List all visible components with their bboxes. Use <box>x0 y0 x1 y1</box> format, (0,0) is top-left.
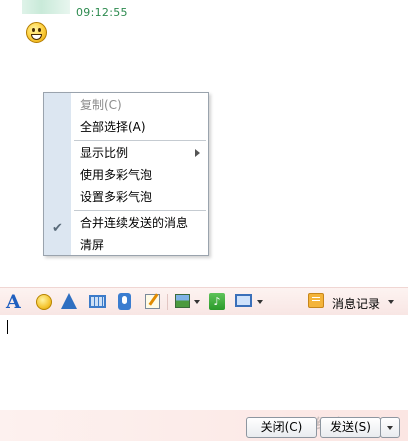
history-button-label[interactable]: 消息记录 <box>332 295 380 312</box>
grin-emoji-icon <box>26 22 47 43</box>
chevron-down-icon <box>387 426 393 430</box>
menu-separator <box>74 140 206 141</box>
text-caret <box>7 320 8 334</box>
voice-icon[interactable] <box>118 293 131 310</box>
image-icon[interactable] <box>175 294 190 308</box>
music-icon[interactable]: ♪ <box>209 293 225 310</box>
menu-item-copy[interactable]: 复制(C) <box>72 94 208 116</box>
menu-item-zoom-label: 显示比例 <box>80 146 129 160</box>
sender-name-blurred <box>22 0 70 14</box>
message-time: 09:12:55 <box>76 6 128 19</box>
menu-item-clear-screen[interactable]: 清屏 <box>72 234 208 256</box>
menu-item-zoom[interactable]: 显示比例 <box>72 142 208 164</box>
toolbar-divider <box>167 294 168 310</box>
footer-bar: Bai经验 关闭(C) 发送(S) <box>0 410 408 441</box>
checkmark-icon: ✔ <box>52 221 63 236</box>
history-dropdown-chevron-down-icon[interactable] <box>388 300 394 304</box>
context-menu: 复制(C) 全部选择(A) 显示比例 使用多彩气泡 设置多彩气泡 ✔ 合并连续发… <box>43 92 209 256</box>
menu-item-merge-messages[interactable]: 合并连续发送的消息 <box>72 212 208 234</box>
emoticon-icon[interactable] <box>36 294 52 310</box>
menu-item-select-all[interactable]: 全部选择(A) <box>72 116 208 138</box>
close-button[interactable]: 关闭(C) <box>246 417 317 438</box>
screenshot-icon[interactable] <box>235 294 252 307</box>
message-input[interactable] <box>0 315 408 410</box>
video-icon[interactable] <box>89 295 106 308</box>
screenshot-dropdown-chevron-down-icon[interactable] <box>257 300 263 304</box>
note-icon[interactable] <box>145 294 160 309</box>
menu-item-use-bubble[interactable]: 使用多彩气泡 <box>72 164 208 186</box>
font-icon[interactable]: A <box>6 292 24 312</box>
image-dropdown-chevron-down-icon[interactable] <box>194 300 200 304</box>
send-options-button[interactable] <box>380 417 400 438</box>
send-button[interactable]: 发送(S) <box>320 417 381 438</box>
submenu-arrow-icon <box>195 149 200 157</box>
menu-separator <box>74 210 206 211</box>
input-toolbar: A ♪ 消息记录 <box>0 287 408 315</box>
shake-icon[interactable] <box>61 293 77 309</box>
history-icon[interactable] <box>308 293 324 308</box>
menu-item-set-bubble[interactable]: 设置多彩气泡 <box>72 186 208 208</box>
